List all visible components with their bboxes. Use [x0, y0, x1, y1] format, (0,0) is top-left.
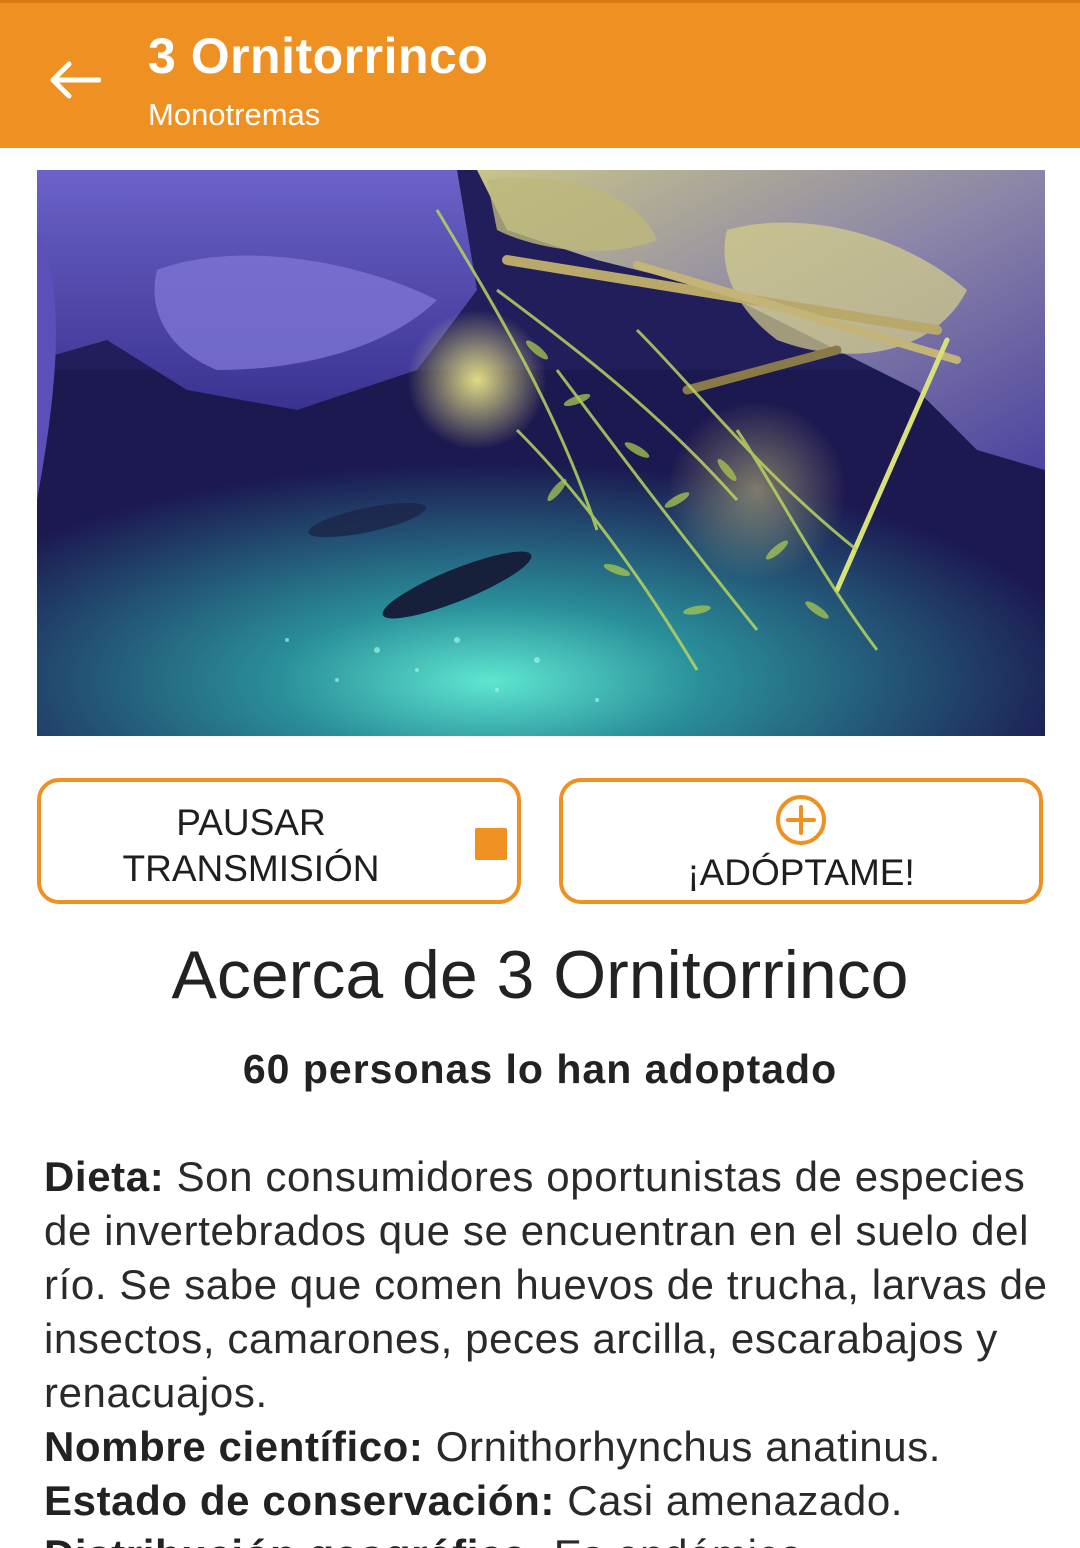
distribution-paragraph: Distribución geográfica: Es endémico: [44, 1528, 1054, 1548]
diet-text: Son consumidores oportunistas de especie…: [44, 1153, 1048, 1416]
conservation-label: Estado de conservación:: [44, 1477, 555, 1524]
page-title: 3 Ornitorrinco: [148, 28, 489, 84]
distribution-text: Es endémico: [541, 1531, 803, 1548]
arrow-left-icon: [50, 61, 101, 99]
scientific-name-text: Ornithorhynchus anatinus.: [423, 1423, 942, 1470]
adopted-count: 60 personas lo han adoptado: [242, 1046, 838, 1092]
scientific-name-paragraph: Nombre científico: Ornithorhynchus anati…: [44, 1420, 1054, 1474]
animal-info: Dieta: Son consumidores oportunistas de …: [44, 1150, 1054, 1548]
animal-detail-screen: 3 Ornitorrinco Monotremas PAUSAR TRANSMI…: [0, 0, 1080, 1548]
adopt-button[interactable]: ¡ADÓPTAME!: [559, 778, 1043, 904]
back-button[interactable]: [40, 45, 110, 115]
adopt-label: ¡ADÓPTAME!: [687, 852, 915, 893]
diet-label: Dieta:: [44, 1153, 165, 1200]
pause-stream-button[interactable]: PAUSAR TRANSMISIÓN: [37, 778, 521, 904]
pause-stream-label: PAUSAR TRANSMISIÓN: [122, 802, 380, 889]
app-bar: 3 Ornitorrinco Monotremas: [0, 0, 1080, 148]
scientific-name-label: Nombre científico:: [44, 1423, 424, 1470]
distribution-label: Distribución geográfica:: [44, 1531, 541, 1548]
page-subtitle: Monotremas: [148, 97, 321, 132]
diet-paragraph: Dieta: Son consumidores oportunistas de …: [44, 1150, 1054, 1420]
stop-icon: [475, 828, 507, 860]
live-stream-image: [37, 170, 1045, 736]
plus-circle-icon: [776, 795, 826, 845]
conservation-paragraph: Estado de conservación: Casi amenazado.: [44, 1474, 1054, 1528]
live-stream-view[interactable]: [37, 170, 1045, 736]
about-heading: Acerca de 3 Ornitorrinco: [171, 937, 909, 1013]
conservation-text: Casi amenazado.: [554, 1477, 904, 1524]
